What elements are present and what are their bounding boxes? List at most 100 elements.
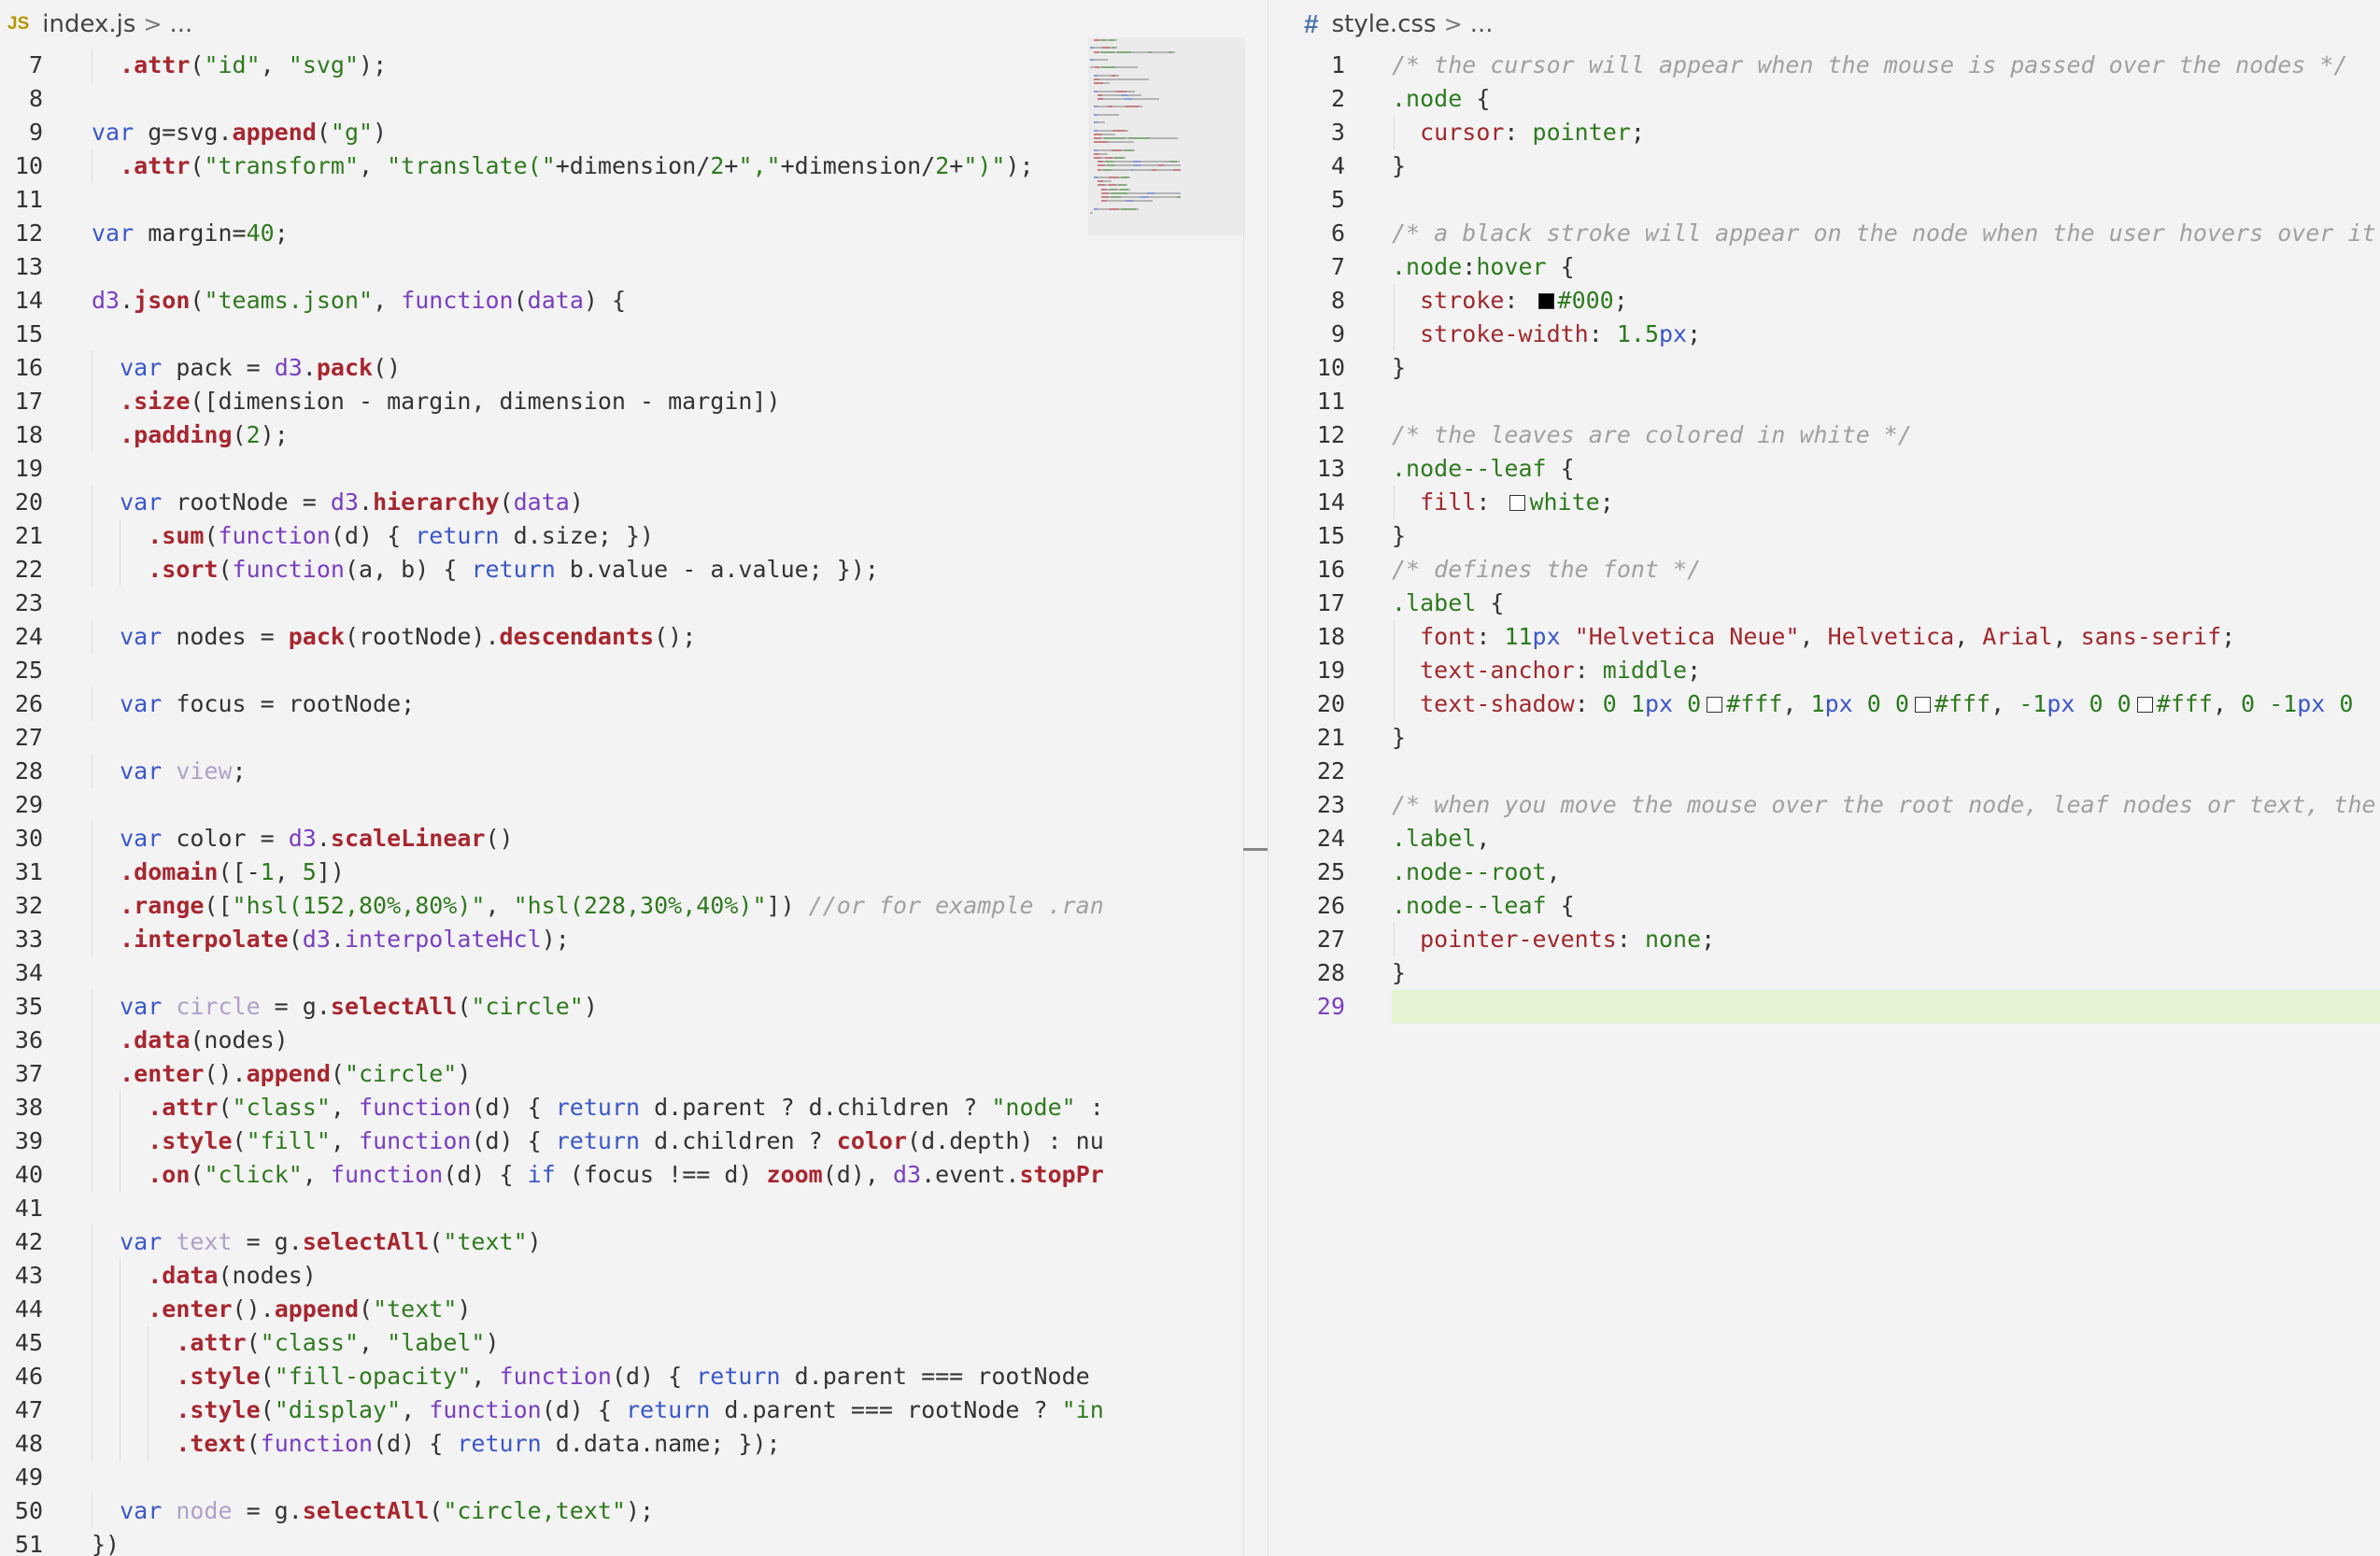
code-token: "teams.json" — [204, 287, 374, 314]
code-token: "fill" — [246, 1127, 331, 1154]
breadcrumb-filename[interactable]: index.js — [42, 10, 135, 38]
code-line-content: .label, — [1392, 822, 1490, 856]
line-number: 18 — [14, 421, 43, 448]
code-line-content: .sum(function(d) { return d.size; }) — [92, 519, 654, 553]
code-token: function — [359, 1127, 472, 1154]
code-line-content: var nodes = pack(rootNode).descendants()… — [92, 620, 696, 654]
line-number: 11 — [1316, 388, 1345, 415]
minimap-line — [1120, 188, 1128, 191]
code-token: pack — [288, 623, 345, 650]
code-token: text-shadow — [1420, 690, 1575, 717]
code-token: //or for example .ran — [808, 892, 1104, 919]
vertical-scrollbar-track[interactable] — [1243, 49, 1244, 1556]
code-token: : — [1504, 287, 1533, 314]
line-number: 15 — [1316, 522, 1345, 549]
right-editor-pane[interactable]: # style.css > ... 1 /* the cursor will ap… — [1268, 0, 2380, 1556]
color-swatch-icon[interactable] — [1537, 293, 1554, 309]
line-number: 21 — [14, 522, 43, 549]
breadcrumb-symbols[interactable]: ... — [1470, 10, 1494, 38]
code-token: text — [162, 1228, 233, 1255]
code-token: function — [359, 1094, 472, 1121]
code-token: ( — [190, 152, 205, 179]
code-token: px — [1659, 320, 1688, 347]
color-swatch-icon[interactable] — [1509, 495, 1526, 511]
code-token: cursor — [1420, 119, 1505, 146]
code-token: json — [134, 287, 191, 314]
code-token: rootNode = — [162, 488, 331, 516]
breadcrumb-symbols[interactable]: ... — [170, 10, 193, 38]
code-token: append — [246, 1060, 331, 1087]
code-token: ( — [246, 1430, 261, 1457]
minimap-line — [1105, 98, 1114, 100]
code-token: 0 — [1673, 690, 1702, 717]
line-number: 28 — [1316, 959, 1345, 986]
minimap-line — [1094, 133, 1102, 135]
code-token: () — [373, 354, 402, 381]
color-swatch-icon[interactable] — [1914, 697, 1931, 713]
code-token: text-anchor — [1420, 657, 1575, 684]
code-token: , — [471, 1363, 500, 1390]
minimap-line — [1098, 164, 1105, 167]
minimap-line — [1103, 180, 1112, 183]
left-editor-pane[interactable]: JS index.js > ... 7 .attr("id", "svg"); 8… — [0, 0, 1268, 1556]
breadcrumb-filename[interactable]: style.css — [1332, 10, 1437, 38]
code-line-content: .domain([-1, 5]) — [92, 856, 345, 889]
minimap-line — [1126, 129, 1128, 132]
code-token: , — [1782, 690, 1811, 717]
minimap-line — [1113, 93, 1121, 96]
code-token: ) — [457, 1295, 472, 1323]
code-token: -1 — [2019, 690, 2047, 717]
code-token: (d) { — [611, 1363, 697, 1390]
code-token: 2 — [935, 152, 950, 179]
line-number: 40 — [14, 1161, 43, 1188]
code-token: ; — [232, 757, 247, 785]
line-number: 24 — [14, 623, 43, 650]
line-number: 26 — [1316, 892, 1345, 919]
code-token: .padding — [120, 421, 233, 448]
minimap-line — [1124, 149, 1133, 151]
color-swatch-icon[interactable] — [2136, 697, 2153, 713]
code-token: . — [359, 488, 374, 516]
line-number: 3 — [1330, 119, 1345, 146]
code-token: ) — [373, 119, 388, 146]
minimap[interactable] — [1088, 37, 1245, 238]
code-token: 0 -1 — [2240, 690, 2298, 717]
code-token: (d) { — [443, 1161, 528, 1188]
line-number: 20 — [14, 488, 43, 516]
code-token: d3 — [330, 488, 359, 516]
minimap-line — [1109, 207, 1119, 210]
code-token: function — [218, 522, 331, 549]
minimap-line — [1116, 90, 1126, 92]
breadcrumb: JS index.js > ... — [0, 0, 1268, 49]
code-line-content: var focus = rootNode; — [92, 687, 415, 721]
minimap-line — [1116, 74, 1119, 77]
breadcrumb: # style.css > ... — [1268, 0, 2380, 49]
line-number: 7 — [28, 51, 43, 78]
code-token: /* defines the font */ — [1392, 556, 1702, 583]
code-token: "id" — [204, 51, 261, 78]
code-token: { — [1546, 892, 1575, 919]
code-token: "Helvetica Neue" — [1574, 623, 1800, 650]
minimap-line — [1118, 66, 1127, 69]
code-token: px — [1532, 623, 1561, 650]
minimap-line — [1139, 106, 1142, 108]
code-token: = g. — [260, 993, 331, 1020]
line-number: 37 — [14, 1060, 43, 1087]
code-token: white — [1529, 488, 1600, 516]
line-number: 14 — [14, 287, 43, 314]
code-token: #fff — [1726, 690, 1783, 717]
scrollbar-thumb[interactable] — [1243, 848, 1268, 851]
code-token: descendants — [499, 623, 655, 650]
code-token: ) — [527, 1228, 542, 1255]
code-token: "node" — [991, 1094, 1076, 1121]
color-swatch-icon[interactable] — [1707, 697, 1723, 713]
code-token: (rootNode). — [344, 623, 500, 650]
code-token: ) — [485, 1329, 500, 1356]
line-number: 44 — [14, 1295, 43, 1323]
code-line-content: fill: white; — [1392, 486, 1614, 519]
code-line-content: .node--leaf { — [1392, 889, 1575, 923]
code-token: ( — [260, 1363, 275, 1390]
code-token: 1 — [1810, 690, 1825, 717]
code-token: , — [1954, 623, 1983, 650]
line-number: 8 — [28, 85, 43, 112]
